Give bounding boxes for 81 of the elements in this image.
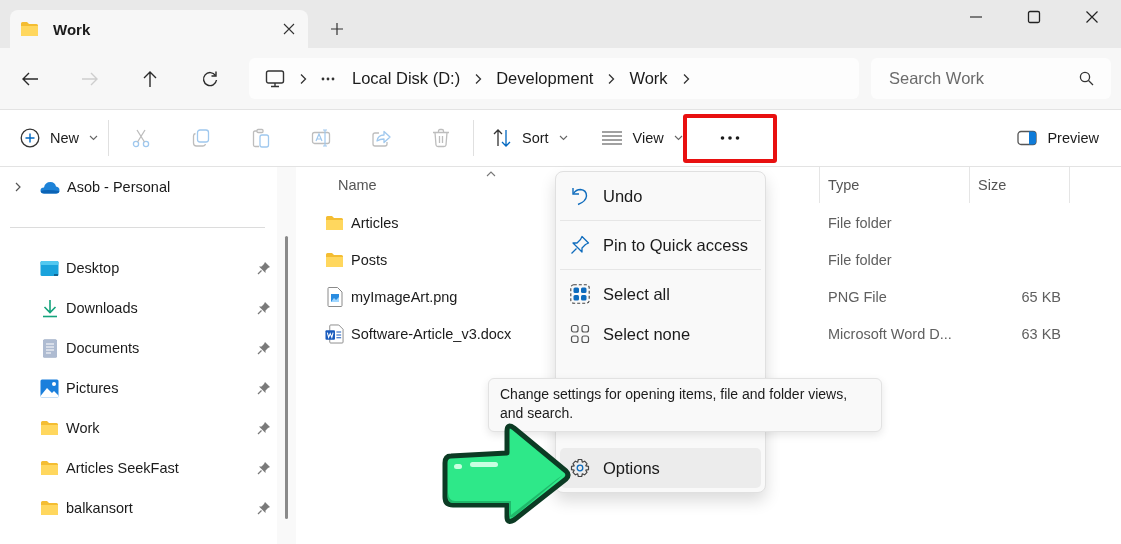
plus-icon [330,22,344,36]
trash-icon [431,128,451,148]
copy-icon [191,128,211,148]
sidebar-item[interactable]: Work [0,408,277,448]
folder-icon [40,460,59,476]
chevron-down-icon [558,135,568,141]
chevron-down-icon [89,135,98,141]
folder-icon [40,500,59,516]
file-name[interactable]: myImageArt.png [351,288,458,305]
file-name[interactable]: Software-Article_v3.docx [351,325,512,342]
word-file-icon [325,323,344,344]
sidebar-item[interactable]: Downloads [0,288,277,328]
sidebar-item[interactable]: Desktop [0,248,277,288]
scissors-icon [131,128,151,148]
search-field[interactable]: Search Work [871,58,1111,99]
file-name[interactable]: Posts [351,251,388,268]
rename-icon [311,128,331,148]
chevron-icon [681,72,690,85]
sidebar-item[interactable]: Pictures [0,368,277,408]
close-icon [1085,10,1099,24]
table-cell: Microsoft Word D... [828,325,952,342]
list-icon [600,131,623,145]
column-header[interactable]: Type [828,177,860,193]
desktop-icon [40,259,59,277]
menu-item[interactable]: Select none [560,314,761,354]
document-icon [41,338,58,358]
cloud-icon [40,180,60,194]
clipboard-icon [251,128,271,148]
menu-item[interactable]: Undo [560,176,761,216]
sidebar-item[interactable]: balkansort [0,488,277,528]
sort-icon [492,128,512,148]
view-button[interactable]: View [590,118,687,158]
sidebar-item[interactable]: Articles SeekFast [0,448,277,488]
image-file-icon [326,286,343,307]
more-button[interactable] [682,113,777,163]
pin-icon [570,235,590,255]
menu-item[interactable]: Select all [560,274,761,314]
table-cell: File folder [828,251,892,268]
close-icon [282,22,296,36]
table-cell: 65 KB [1021,288,1061,305]
table-cell: File folder [828,214,892,231]
more-icon [321,76,335,81]
maximize-icon [1027,10,1041,24]
computer-icon [265,69,285,88]
folder-icon [325,214,344,231]
chevron-icon [607,72,616,85]
sidebar-item[interactable]: Documents [0,328,277,368]
sort-caret-icon [486,171,496,177]
table-cell: PNG File [828,288,887,305]
picture-icon [40,378,59,398]
more-icon [719,136,740,140]
search-icon [1079,71,1094,86]
column-header[interactable]: Size [978,177,1007,193]
select-none-icon [570,324,590,344]
tooltip-text: Change settings for opening items, file and folder views, and search. [500,386,848,421]
folder-icon [20,21,39,37]
breadcrumb[interactable]: Development [496,69,594,88]
breadcrumb[interactable]: Work [629,69,668,88]
chevron-down-icon [673,135,683,141]
select-all-icon [570,284,590,304]
preview-pane-icon [1017,130,1038,146]
sort-button[interactable]: Sort [482,118,576,158]
new-button[interactable]: New [10,118,106,158]
address-bar[interactable]: Local Disk (D:) Development Work [249,58,859,99]
table-cell: 63 KB [1021,325,1061,342]
share-icon [371,128,391,148]
menu-item[interactable]: Pin to Quick access [560,225,761,265]
tab[interactable]: Work [10,10,308,48]
undo-icon [570,186,590,206]
plus-circle-icon [20,128,40,148]
folder-icon [40,420,59,436]
sidebar-item[interactable]: Asob - Personal [0,167,277,207]
preview-button[interactable]: Preview [1007,118,1110,158]
file-name[interactable]: Articles [351,214,399,231]
folder-icon [325,251,344,268]
column-header[interactable]: Name [338,167,486,203]
chevron-icon [299,72,307,85]
breadcrumb[interactable]: Local Disk (D:) [352,69,461,88]
scrollbar[interactable] [285,236,288,519]
chevron-icon [474,72,483,85]
download-icon [40,298,59,318]
